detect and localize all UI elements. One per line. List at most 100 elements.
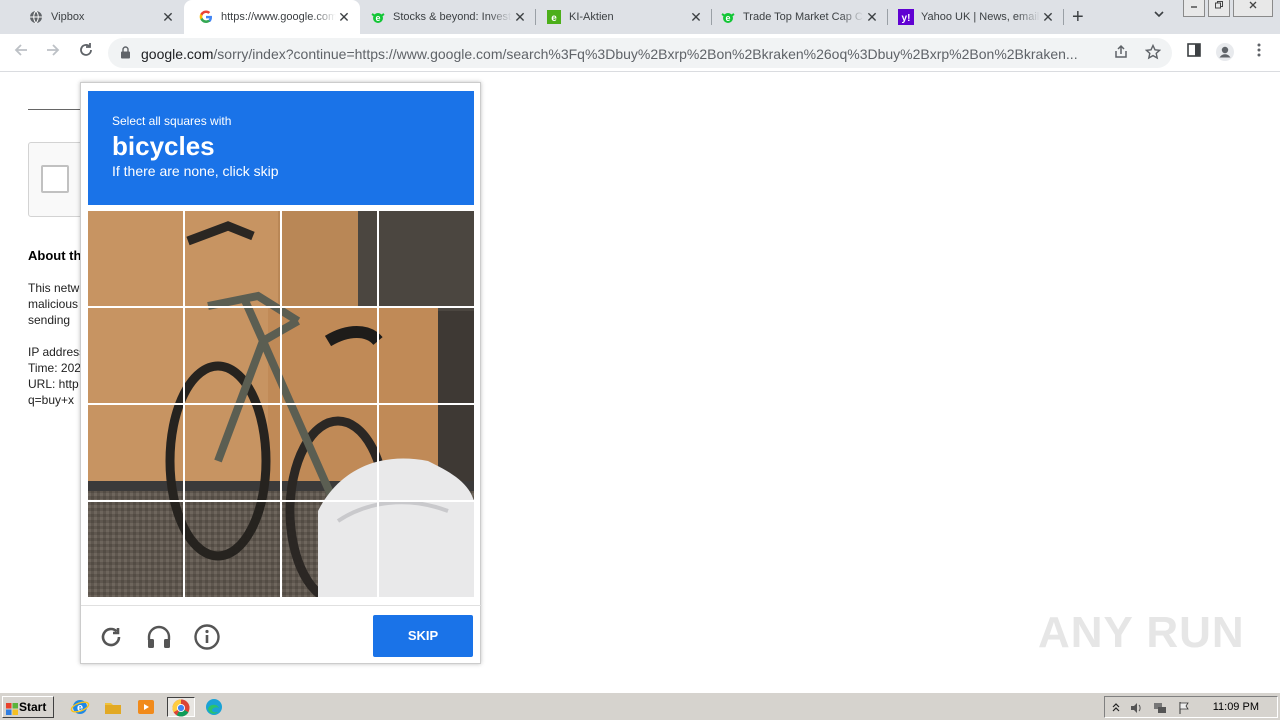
challenge-tile[interactable]: [185, 405, 280, 500]
file-explorer-icon[interactable]: [103, 697, 125, 717]
challenge-tile[interactable]: [282, 502, 377, 597]
challenge-tile[interactable]: [379, 502, 474, 597]
url-text: google.com/sorry/index?continue=https://…: [141, 46, 1078, 62]
tab-separator: [1063, 9, 1064, 25]
challenge-tile[interactable]: [379, 211, 474, 306]
challenge-tile[interactable]: [88, 308, 183, 403]
tab-ki-aktien[interactable]: e KI-Aktien ✕: [536, 0, 712, 34]
restore-window-button[interactable]: [1208, 0, 1230, 17]
challenge-tile[interactable]: [185, 308, 280, 403]
menu-kebab-icon[interactable]: [1248, 42, 1270, 64]
browser-toolbar: google.com/sorry/index?continue=https://…: [0, 34, 1280, 72]
challenge-tile[interactable]: [185, 502, 280, 597]
internet-explorer-icon[interactable]: e: [70, 697, 92, 717]
challenge-tile[interactable]: [185, 211, 280, 306]
tab-title: https://www.google.com/sorry/index?conti…: [221, 11, 336, 23]
tab-search-chevron-icon[interactable]: [1153, 8, 1165, 23]
challenge-tile[interactable]: [88, 211, 183, 306]
recaptcha-anchor: [28, 142, 88, 217]
tray-expand-icon[interactable]: [1109, 701, 1123, 715]
audio-challenge-icon[interactable]: [144, 622, 174, 652]
volume-icon[interactable]: [1129, 701, 1143, 715]
google-icon: [198, 9, 214, 25]
challenge-tile[interactable]: [282, 405, 377, 500]
challenge-tile[interactable]: [282, 211, 377, 306]
side-panel-icon[interactable]: [1183, 42, 1205, 64]
chrome-taskbar-icon[interactable]: [167, 697, 195, 717]
tab-close-icon[interactable]: ✕: [160, 9, 176, 26]
start-button[interactable]: Start: [2, 696, 54, 718]
body-line: sending: [28, 313, 71, 327]
minimize-window-button[interactable]: [1183, 0, 1205, 17]
target-object: bicycles: [112, 131, 215, 161]
reload-icon[interactable]: [74, 41, 98, 65]
etoro-icon: e: [370, 9, 386, 25]
bookmark-star-icon[interactable]: [1144, 43, 1162, 62]
info-icon[interactable]: [192, 622, 222, 652]
start-label: Start: [19, 700, 47, 714]
info-line: q=buy+x: [28, 393, 75, 407]
tab-title: KI-Aktien: [569, 11, 614, 23]
new-tab-button[interactable]: +: [1072, 6, 1084, 29]
body-line: malicious: [28, 297, 79, 311]
tab-title: Yahoo UK | News, email: [921, 11, 1040, 23]
about-heading: About this page: [28, 248, 80, 263]
skip-button[interactable]: SKIP: [373, 615, 473, 657]
tab-title: Trade Top Market Cap Crypto: [743, 11, 864, 23]
tab-trade-top-crypto[interactable]: e Trade Top Market Cap Crypto ✕: [712, 0, 888, 34]
address-bar[interactable]: google.com/sorry/index?continue=https://…: [108, 38, 1172, 68]
tab-google-sorry[interactable]: https://www.google.com/sorry/index?conti…: [184, 0, 360, 34]
tab-close-icon[interactable]: ✕: [512, 9, 528, 26]
challenge-tile[interactable]: [88, 405, 183, 500]
back-arrow-icon[interactable]: [9, 41, 33, 65]
body-line: This network: [28, 281, 80, 295]
edge-icon[interactable]: [204, 697, 226, 717]
yahoo-icon: y!: [898, 9, 914, 25]
tab-title: Stocks & beyond: Investing: [393, 11, 512, 23]
reload-challenge-icon[interactable]: [96, 622, 126, 652]
tab-stocks-beyond[interactable]: e Stocks & beyond: Investing ✕: [360, 0, 536, 34]
globe-icon: [28, 9, 44, 25]
tab-yahoo-uk[interactable]: y! Yahoo UK | News, email ✕: [888, 0, 1064, 34]
taskbar-clock: 11:09 PM: [1212, 701, 1259, 713]
etoro-green-icon: e: [546, 9, 562, 25]
close-window-button[interactable]: [1233, 0, 1273, 17]
tab-close-icon[interactable]: ✕: [864, 9, 880, 26]
tab-strip: Vipbox ✕ https://www.google.com/sorry/in…: [0, 0, 1280, 34]
challenge-prompt: Select all squares with bicycles If ther…: [88, 91, 474, 205]
tab-vipbox[interactable]: Vipbox ✕: [8, 0, 184, 34]
tab-close-icon[interactable]: ✕: [336, 9, 352, 26]
recaptcha-challenge: Select all squares with bicycles If ther…: [80, 82, 482, 665]
tab-close-icon[interactable]: ✕: [688, 9, 704, 26]
svg-text:e: e: [725, 13, 730, 23]
info-line: Time: 202: [28, 361, 80, 375]
network-icon[interactable]: [1153, 701, 1167, 715]
profile-avatar-icon[interactable]: [1214, 42, 1236, 64]
tab-close-icon[interactable]: ✕: [1040, 9, 1056, 26]
svg-text:e: e: [551, 13, 557, 24]
challenge-tile[interactable]: [379, 308, 474, 403]
forward-arrow-icon[interactable]: [41, 41, 65, 65]
lock-icon[interactable]: [120, 46, 131, 64]
challenge-tile[interactable]: [379, 405, 474, 500]
info-line: IP address: [28, 345, 80, 359]
media-player-icon[interactable]: [136, 697, 158, 717]
svg-text:y!: y!: [902, 13, 911, 24]
tab-title: Vipbox: [51, 11, 85, 23]
recaptcha-checkbox[interactable]: [41, 165, 69, 193]
instruction-subtext: If there are none, click skip: [112, 163, 279, 179]
challenge-tile[interactable]: [282, 308, 377, 403]
system-tray: 11:09 PM: [1104, 696, 1278, 718]
windows-logo-icon: [6, 701, 18, 715]
anyrun-watermark: ANY RUN: [1038, 608, 1245, 657]
share-icon[interactable]: [1112, 44, 1130, 62]
action-center-flag-icon[interactable]: [1177, 701, 1191, 715]
divider: [28, 109, 88, 110]
svg-text:e: e: [375, 13, 380, 23]
instruction-text: Select all squares with: [112, 114, 232, 128]
etoro-icon: e: [720, 9, 736, 25]
image-grid: [88, 211, 474, 597]
info-line: URL: http: [28, 377, 79, 391]
challenge-tile[interactable]: [88, 502, 183, 597]
challenge-footer: SKIP: [81, 605, 482, 665]
